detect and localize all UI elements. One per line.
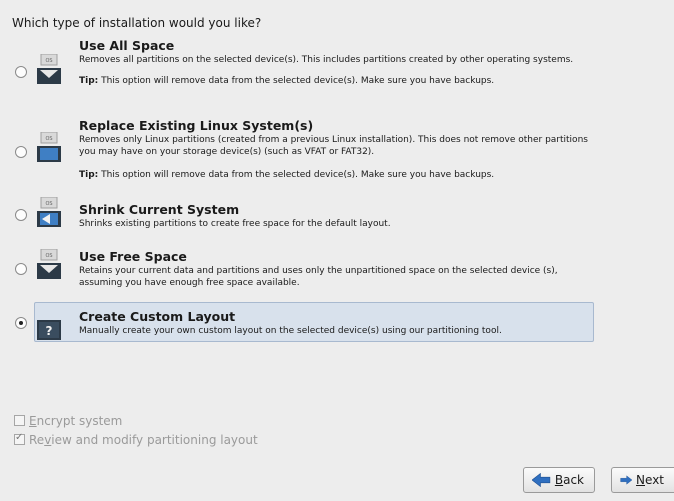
next-label: ext bbox=[645, 473, 664, 487]
option-description: Removes all partitions on the selected d… bbox=[79, 55, 574, 65]
svg-text:OS: OS bbox=[45, 58, 52, 64]
option-description: Removes only Linux partitions (created f… bbox=[79, 135, 588, 157]
next-arrow-icon bbox=[620, 475, 633, 485]
option-title: Replace Existing Linux System(s) bbox=[79, 118, 314, 133]
option-tip: Tip: This option will remove data from t… bbox=[79, 170, 588, 180]
encrypt-system-checkbox[interactable]: Encrypt system bbox=[14, 414, 122, 428]
next-mnemonic: N bbox=[636, 473, 646, 487]
radio-shrink-current-system[interactable] bbox=[15, 209, 27, 221]
review-checkbox-box[interactable] bbox=[14, 432, 25, 445]
option-description: Manually create your own custom layout o… bbox=[79, 326, 502, 336]
os-drive-icon: OS bbox=[37, 54, 61, 84]
tip-label: Tip: bbox=[79, 76, 99, 86]
svg-text:OS: OS bbox=[45, 201, 52, 207]
svg-text:OS: OS bbox=[45, 136, 52, 142]
back-arrow-icon bbox=[532, 473, 551, 487]
option-title: Create Custom Layout bbox=[79, 309, 236, 324]
option-tip: Tip: This option will remove data from t… bbox=[79, 76, 588, 86]
option-use-all-space[interactable]: OS Use All Space Removes all partitions … bbox=[15, 38, 594, 108]
review-layout-checkbox[interactable]: Review and modify partitioning layout bbox=[14, 432, 258, 447]
encrypt-mnemonic: E bbox=[29, 414, 37, 428]
option-title: Use Free Space bbox=[79, 249, 187, 264]
option-description: Shrinks existing partitions to create fr… bbox=[79, 219, 391, 229]
tip-label: Tip: bbox=[79, 170, 99, 180]
tip-text: This option will remove data from the se… bbox=[98, 170, 495, 180]
option-description: Retains your current data and partitions… bbox=[79, 266, 558, 288]
encrypt-checkbox-box[interactable] bbox=[14, 415, 25, 426]
radio-create-custom-layout[interactable] bbox=[15, 317, 27, 329]
radio-replace-existing-linux[interactable] bbox=[15, 146, 27, 158]
review-label-pre: Re bbox=[29, 433, 45, 447]
svg-text:OS: OS bbox=[45, 253, 52, 259]
radio-use-all-space[interactable] bbox=[15, 66, 27, 78]
option-use-free-space[interactable]: OS Use Free Space Retains your current d… bbox=[15, 249, 594, 293]
os-replace-icon: OS bbox=[37, 132, 61, 162]
radio-use-free-space[interactable] bbox=[15, 263, 27, 275]
tip-text: This option will remove data from the se… bbox=[98, 76, 495, 86]
review-label: iew and modify partitioning layout bbox=[51, 433, 258, 447]
option-create-custom-layout[interactable]: ? Create Custom Layout Manually create y… bbox=[15, 302, 594, 342]
option-replace-existing-linux[interactable]: OS Replace Existing Linux System(s) Remo… bbox=[15, 118, 594, 188]
os-free-space-icon: OS bbox=[37, 249, 61, 279]
next-button[interactable]: Next bbox=[611, 467, 674, 493]
back-button[interactable]: Back bbox=[523, 467, 595, 493]
svg-text:?: ? bbox=[46, 324, 53, 338]
custom-question-icon: ? bbox=[37, 320, 61, 340]
encrypt-label: ncrypt system bbox=[36, 414, 123, 428]
back-label: ack bbox=[563, 473, 584, 487]
option-shrink-current-system[interactable]: OS Shrink Current System Shrinks existin… bbox=[15, 197, 594, 237]
back-mnemonic: B bbox=[554, 473, 564, 487]
os-shrink-icon: OS bbox=[37, 197, 61, 227]
option-title: Use All Space bbox=[79, 38, 175, 53]
page-question: Which type of installation would you lik… bbox=[12, 16, 262, 30]
option-title: Shrink Current System bbox=[79, 202, 240, 217]
